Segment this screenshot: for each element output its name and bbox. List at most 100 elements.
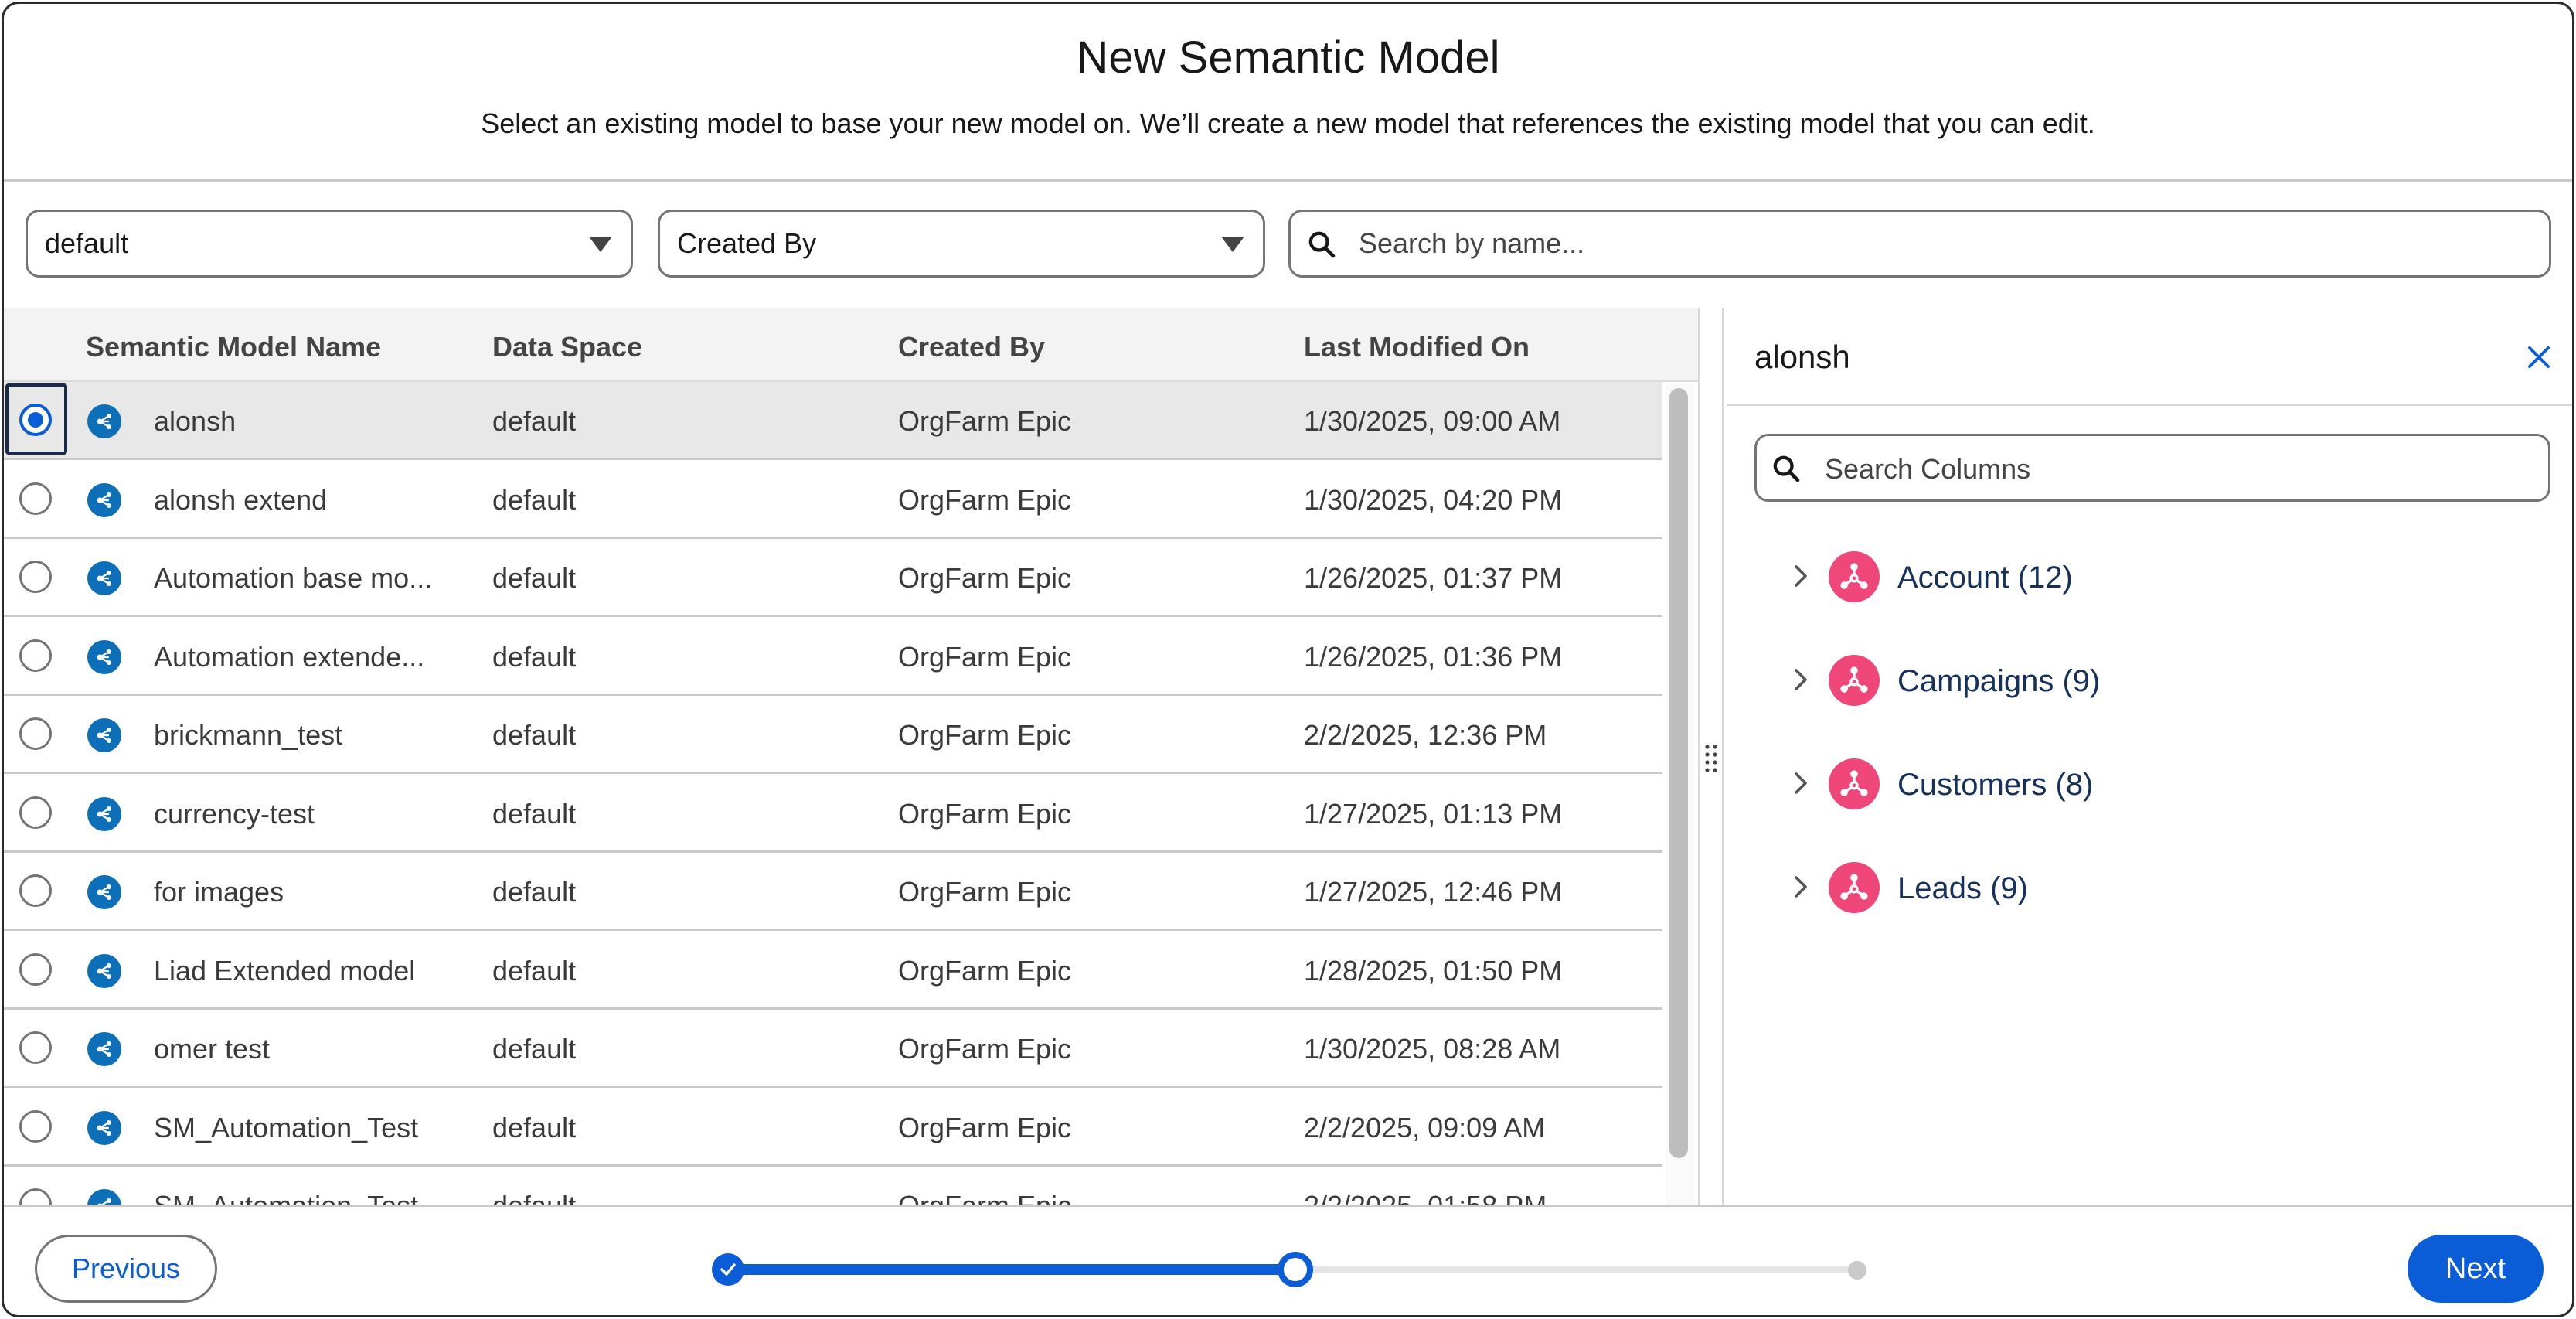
search-columns-input[interactable]: Search Columns: [1754, 434, 2550, 502]
column-header-created-by[interactable]: Created By: [898, 331, 1045, 363]
table-row[interactable]: Liad Extended model default OrgFarm Epic 1/…: [4, 932, 1662, 1010]
row-radio[interactable]: [19, 404, 52, 436]
semantic-model-icon: [87, 875, 121, 909]
cell-created-by: OrgFarm Epic: [898, 405, 1072, 437]
cell-last-modified: 1/26/2025, 01:37 PM: [1304, 562, 1563, 594]
row-radio[interactable]: [19, 1110, 52, 1143]
row-radio[interactable]: [19, 874, 52, 907]
cell-model-name: for images: [154, 876, 284, 908]
table-row[interactable]: omer test default OrgFarm Epic 1/30/2025, 0…: [4, 1010, 1662, 1088]
cell-created-by: OrgFarm Epic: [898, 719, 1072, 751]
cell-data-space: default: [492, 719, 577, 751]
chevron-right-icon[interactable]: [1787, 871, 1815, 902]
data-object-icon: [1829, 758, 1880, 809]
table-row[interactable]: SM_Automation_Test default OrgFarm Epic 2/2…: [4, 1089, 1662, 1167]
table-row[interactable]: alonsh default OrgFarm Epic 1/30/2025, 09:0…: [4, 382, 1662, 460]
column-header-last-modified[interactable]: Last Modified On: [1304, 331, 1530, 363]
chevron-right-icon[interactable]: [1787, 561, 1815, 591]
semantic-model-icon: [87, 1032, 121, 1066]
semantic-model-icon: [87, 561, 121, 595]
semantic-model-icon: [87, 640, 121, 674]
object-tree-item[interactable]: Customers (8): [1727, 745, 2572, 822]
search-icon: [1306, 229, 1337, 260]
search-placeholder: Search by name...: [1359, 227, 1585, 259]
cell-data-space: default: [492, 955, 577, 987]
cell-created-by: OrgFarm Epic: [898, 562, 1072, 594]
object-label: Leads (9): [1897, 871, 2028, 905]
modal-subtitle: Select an existing model to base your ne…: [481, 107, 2095, 139]
semantic-models-table: Semantic Model Name Data Space Created B…: [4, 308, 1698, 1205]
table-row[interactable]: brickmann_test default OrgFarm Epic 2/2/202…: [4, 696, 1662, 774]
search-icon: [1771, 453, 1802, 484]
row-radio[interactable]: [19, 1031, 52, 1064]
cell-created-by: OrgFarm Epic: [898, 484, 1072, 516]
object-tree-item[interactable]: Account (12): [1727, 537, 2572, 615]
row-radio[interactable]: [19, 561, 52, 593]
search-columns-placeholder: Search Columns: [1825, 453, 2031, 485]
data-object-icon: [1829, 551, 1880, 602]
column-header-data-space[interactable]: Data Space: [492, 331, 642, 363]
cell-data-space: default: [492, 484, 577, 516]
next-button[interactable]: Next: [2408, 1235, 2544, 1303]
cell-last-modified: 1/27/2025, 12:46 PM: [1304, 876, 1563, 908]
cell-last-modified: 1/28/2025, 01:50 PM: [1304, 955, 1563, 987]
table-row[interactable]: Automation extende... default OrgFarm Epic…: [4, 618, 1662, 696]
previous-button[interactable]: Previous: [35, 1235, 217, 1303]
row-radio[interactable]: [19, 482, 52, 515]
cell-last-modified: 2/2/2025, 01:58 PM: [1304, 1190, 1547, 1205]
cell-model-name: alonsh extend: [154, 484, 328, 516]
cell-created-by: OrgFarm Epic: [898, 798, 1072, 830]
data-object-icon: [1829, 655, 1880, 706]
progress-fill: [729, 1264, 1293, 1275]
drag-handle-icon[interactable]: [1703, 742, 1720, 775]
modal-header: New Semantic Model Select an existing mo…: [4, 4, 2572, 182]
search-by-name-input[interactable]: Search by name...: [1288, 210, 2551, 278]
created-by-select[interactable]: Created By: [658, 210, 1265, 278]
cell-model-name: alonsh: [154, 405, 237, 437]
data-space-select-value: default: [45, 227, 129, 259]
cell-last-modified: 1/30/2025, 04:20 PM: [1304, 484, 1563, 516]
cell-created-by: OrgFarm Epic: [898, 641, 1072, 673]
cell-data-space: default: [492, 1033, 577, 1065]
object-tree-item[interactable]: Leads (9): [1727, 848, 2572, 925]
table-row[interactable]: Automation base mo... default OrgFarm Epic…: [4, 539, 1662, 617]
caret-down-icon: [1221, 237, 1244, 252]
table-row[interactable]: for images default OrgFarm Epic 1/27/2025, …: [4, 853, 1662, 931]
cell-last-modified: 1/30/2025, 09:00 AM: [1304, 405, 1561, 437]
table-scrollbar-thumb[interactable]: [1669, 388, 1688, 1158]
object-label: Customers (8): [1897, 768, 2094, 802]
cell-created-by: OrgFarm Epic: [898, 1190, 1071, 1205]
row-radio[interactable]: [19, 717, 52, 750]
table-row[interactable]: alonsh extend default OrgFarm Epic 1/30/202…: [4, 461, 1662, 539]
semantic-model-icon: [87, 718, 121, 752]
semantic-model-icon: [87, 483, 121, 517]
data-object-icon: [1829, 862, 1880, 913]
cell-model-name: SM_Automation_Test: [154, 1112, 419, 1143]
chevron-right-icon[interactable]: [1787, 768, 1815, 799]
object-tree-item[interactable]: Campaigns (9): [1727, 641, 2572, 718]
progress-step-1: [712, 1253, 744, 1286]
cell-model-name: SM_Automation_Test...: [154, 1190, 471, 1205]
cell-created-by: OrgFarm Epic: [898, 876, 1072, 908]
table-row[interactable]: SM_Automation_Test... default OrgFarm Epic…: [4, 1167, 1662, 1205]
model-details-panel: alonsh Search Columns Account (12) Campai…: [1727, 308, 2572, 1205]
cell-last-modified: 2/2/2025, 12:36 PM: [1304, 719, 1547, 751]
row-radio[interactable]: [19, 1188, 52, 1205]
data-space-select[interactable]: default: [26, 210, 633, 278]
row-radio[interactable]: [19, 953, 52, 986]
semantic-model-icon: [87, 797, 121, 831]
cell-model-name: Automation base mo...: [154, 562, 433, 594]
table-row[interactable]: currency-test default OrgFarm Epic 1/27/202…: [4, 775, 1662, 853]
object-label: Account (12): [1897, 561, 2073, 595]
close-icon[interactable]: [2525, 343, 2553, 371]
row-radio[interactable]: [19, 796, 52, 829]
cell-last-modified: 1/26/2025, 01:36 PM: [1304, 641, 1563, 673]
new-semantic-model-modal: New Semantic Model Select an existing mo…: [2, 2, 2574, 1317]
cell-model-name: currency-test: [154, 798, 315, 830]
cell-model-name: Liad Extended model: [154, 955, 416, 987]
row-radio[interactable]: [19, 639, 52, 672]
check-icon: [720, 1263, 736, 1276]
chevron-right-icon[interactable]: [1787, 664, 1815, 695]
column-header-name[interactable]: Semantic Model Name: [86, 331, 381, 363]
modal-title: New Semantic Model: [1076, 32, 1500, 83]
